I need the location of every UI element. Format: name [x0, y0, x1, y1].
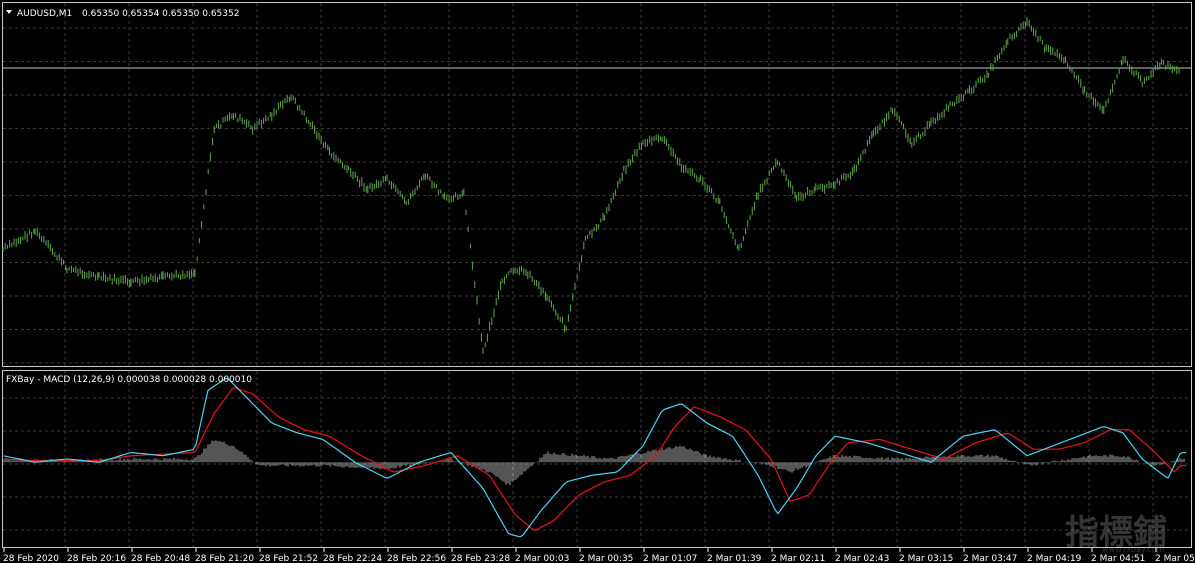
- watermark-subtext: www.fxbay.com: [1102, 545, 1164, 554]
- symbol-label: AUDUSD,M1: [17, 9, 72, 19]
- time-label: 28 Feb 21:52: [259, 554, 318, 563]
- time-label: 2 Mar 03:47: [963, 554, 1017, 563]
- macd-label: FXBay - MACD (12,26,9) 0.000038 0.000028…: [6, 375, 252, 385]
- time-label: 2 Mar 02:11: [771, 554, 825, 563]
- time-label: 28 Feb 23:28: [451, 554, 510, 563]
- time-label: 2 Mar 03:15: [899, 554, 953, 563]
- time-label: 2 Mar 01:39: [707, 554, 762, 563]
- time-label: 28 Feb 2020: [3, 554, 59, 563]
- time-label: 28 Feb 20:16: [67, 554, 126, 563]
- time-label: 2 Mar 01:07: [643, 554, 697, 563]
- time-label: 2 Mar 04:19: [1027, 554, 1082, 563]
- time-label: 2 Mar 00:35: [579, 554, 633, 563]
- watermark: 指標鋪 www.fxbay.com: [1065, 513, 1167, 554]
- ohlc-label: 0.65350 0.65354 0.65350 0.65352: [82, 9, 239, 19]
- time-label: 28 Feb 22:24: [323, 554, 382, 563]
- time-label: 28 Feb 20:48: [131, 554, 190, 563]
- chart-background: [0, 0, 1195, 563]
- chart-canvas: AUDUSD,M1 0.65350 0.65354 0.65350 0.6535…: [0, 0, 1195, 563]
- time-label: 2 Mar 04:51: [1091, 554, 1145, 563]
- time-label: 2 Mar 05:: [1155, 554, 1195, 563]
- time-label: 28 Feb 21:20: [195, 554, 254, 563]
- time-label: 2 Mar 00:03: [515, 554, 569, 563]
- time-label: 28 Feb 22:56: [387, 554, 446, 563]
- time-label: 2 Mar 02:43: [835, 554, 889, 563]
